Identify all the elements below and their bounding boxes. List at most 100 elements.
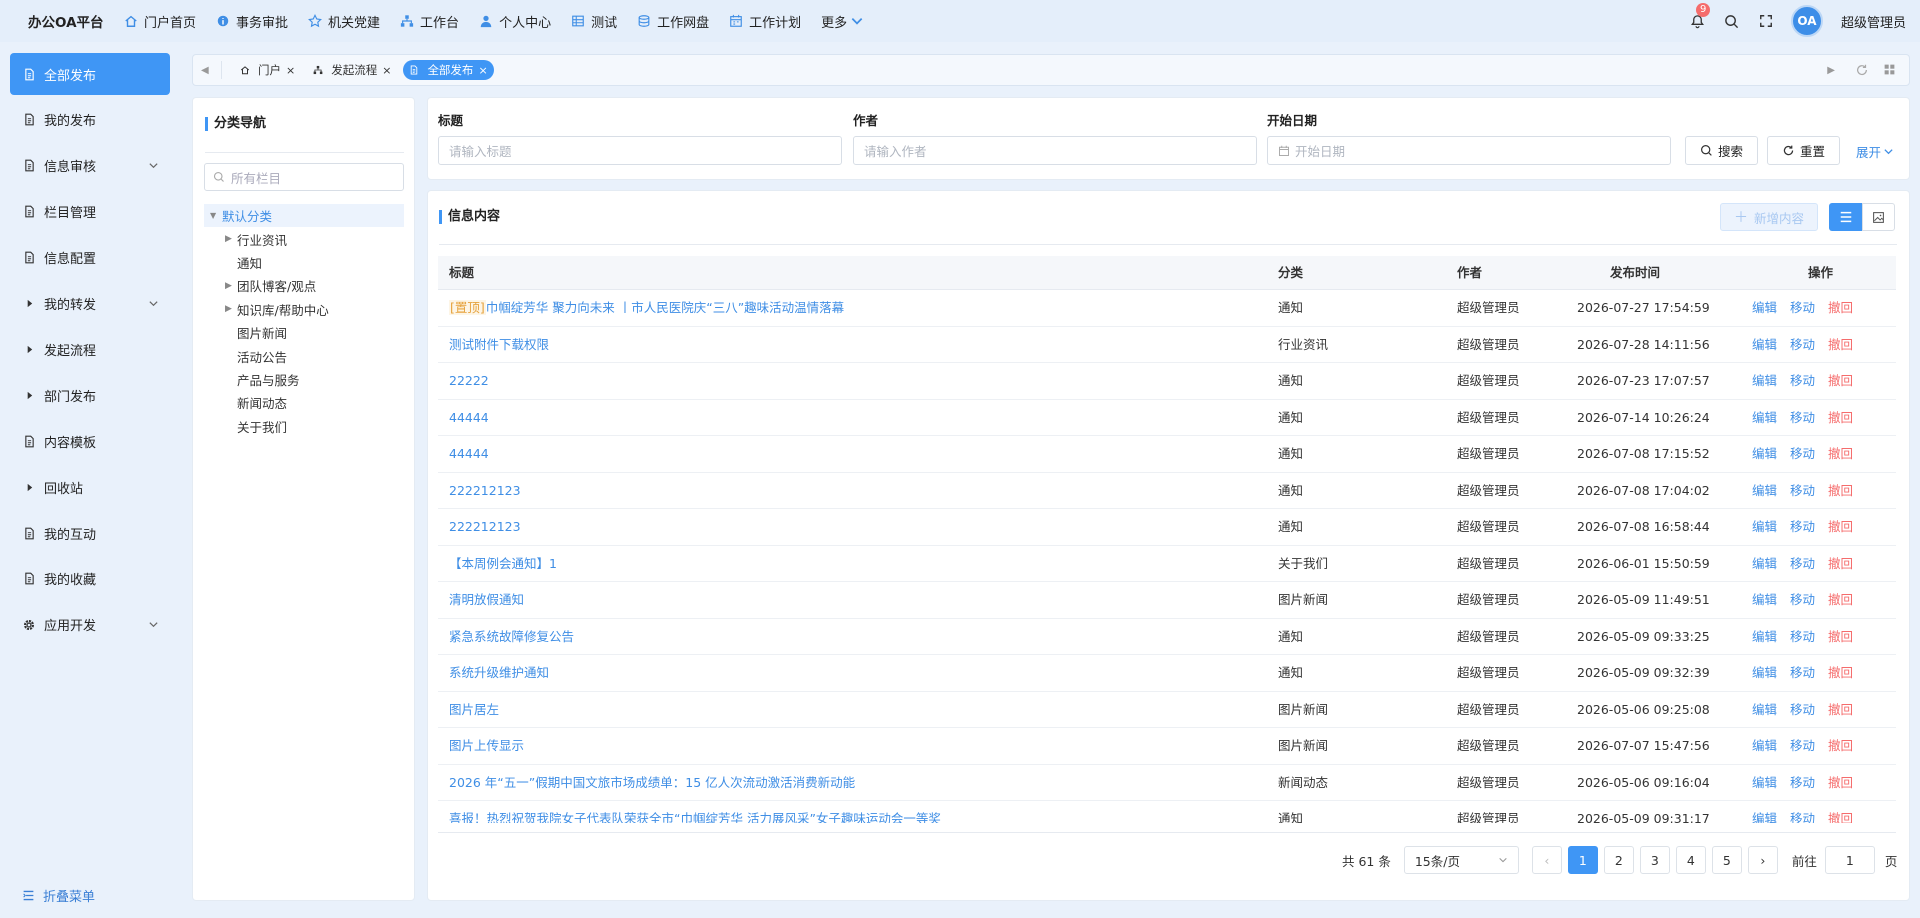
revoke-link[interactable]: 撤回 xyxy=(1828,373,1853,388)
move-link[interactable]: 移动 xyxy=(1790,738,1815,753)
revoke-link[interactable]: 撤回 xyxy=(1828,702,1853,717)
goto-page-input[interactable]: 1 xyxy=(1824,846,1875,874)
move-link[interactable]: 移动 xyxy=(1790,702,1815,717)
move-link[interactable]: 移动 xyxy=(1790,629,1815,644)
image-view-button[interactable] xyxy=(1862,203,1895,231)
tree-node-7[interactable]: 新闻动态 xyxy=(225,392,287,414)
edit-link[interactable]: 编辑 xyxy=(1752,410,1777,425)
move-link[interactable]: 移动 xyxy=(1790,373,1815,388)
tree-node-2[interactable]: ▶ 团队博客/观点 xyxy=(225,275,316,297)
edit-link[interactable]: 编辑 xyxy=(1752,483,1777,498)
revoke-link[interactable]: 撤回 xyxy=(1828,446,1853,461)
move-link[interactable]: 移动 xyxy=(1790,483,1815,498)
edit-link[interactable]: 编辑 xyxy=(1752,629,1777,644)
tree-node-6[interactable]: 产品与服务 xyxy=(225,368,300,390)
move-link[interactable]: 移动 xyxy=(1790,446,1815,461)
user-name[interactable]: 超级管理员 xyxy=(1841,12,1906,31)
row-title-link[interactable]: [置顶]巾帼绽芳华 聚力向未来 丨市人民医院庆“三八”趣味活动温情落幕 xyxy=(449,290,1269,326)
tabs-scroll-right-icon[interactable]: ▶ xyxy=(1827,65,1835,76)
tree-node-root[interactable]: ▼ 默认分类 xyxy=(204,204,404,227)
revoke-link[interactable]: 撤回 xyxy=(1828,337,1853,352)
row-title-link[interactable]: 222212123 xyxy=(449,509,1269,545)
revoke-link[interactable]: 撤回 xyxy=(1828,519,1853,534)
move-link[interactable]: 移动 xyxy=(1790,300,1815,315)
tree-node-8[interactable]: 关于我们 xyxy=(225,415,287,437)
collapse-menu-button[interactable]: 折叠菜单 xyxy=(22,886,95,905)
revoke-link[interactable]: 撤回 xyxy=(1828,300,1853,315)
expand-button[interactable]: 展开 xyxy=(1856,142,1894,161)
top-nav-item-1[interactable]: 事务审批 xyxy=(216,12,288,31)
sidebar-item-0[interactable]: 全部发布 xyxy=(10,53,170,95)
row-title-link[interactable]: 图片居左 xyxy=(449,692,1269,728)
move-link[interactable]: 移动 xyxy=(1790,519,1815,534)
sidebar-item-7[interactable]: 部门发布 xyxy=(10,374,170,416)
edit-link[interactable]: 编辑 xyxy=(1752,811,1777,823)
search-button[interactable]: 搜索 xyxy=(1685,136,1758,165)
reset-button[interactable]: 重置 xyxy=(1767,136,1840,165)
page-button-4[interactable]: 4 xyxy=(1675,846,1706,874)
next-page-button[interactable]: › xyxy=(1747,846,1778,874)
top-nav-item-2[interactable]: 机关党建 xyxy=(308,12,380,31)
row-title-link[interactable]: 222212123 xyxy=(449,473,1269,509)
sidebar-item-4[interactable]: 信息配置 xyxy=(10,237,170,279)
page-button-3[interactable]: 3 xyxy=(1639,846,1670,874)
tabs-scroll-left-icon[interactable]: ◀ xyxy=(201,65,215,76)
move-link[interactable]: 移动 xyxy=(1790,337,1815,352)
move-link[interactable]: 移动 xyxy=(1790,410,1815,425)
row-title-link[interactable]: 系统升级维护通知 xyxy=(449,655,1269,691)
top-nav-item-4[interactable]: 个人中心 xyxy=(479,12,551,31)
page-size-select[interactable]: 15条/页 xyxy=(1403,846,1519,874)
row-title-link[interactable]: 喜报！热烈祝贺我院女子代表队荣获全市“巾帼绽芳华 活力展风采”女子趣味运动会一等… xyxy=(449,801,1269,823)
top-nav-item-7[interactable]: 工作计划 xyxy=(729,12,801,31)
top-nav-item-6[interactable]: 工作网盘 xyxy=(637,12,709,31)
edit-link[interactable]: 编辑 xyxy=(1752,665,1777,680)
title-input[interactable]: 请输入标题 xyxy=(438,136,842,165)
move-link[interactable]: 移动 xyxy=(1790,665,1815,680)
page-button-1[interactable]: 1 xyxy=(1567,846,1598,874)
row-title-link[interactable]: 22222 xyxy=(449,363,1269,399)
edit-link[interactable]: 编辑 xyxy=(1752,775,1777,790)
tree-node-1[interactable]: 通知 xyxy=(225,251,262,273)
fullscreen-icon[interactable] xyxy=(1757,12,1775,30)
revoke-link[interactable]: 撤回 xyxy=(1828,592,1853,607)
sidebar-item-3[interactable]: 栏目管理 xyxy=(10,191,170,233)
row-title-link[interactable]: 44444 xyxy=(449,400,1269,436)
edit-link[interactable]: 编辑 xyxy=(1752,519,1777,534)
sidebar-item-11[interactable]: 我的收藏 xyxy=(10,558,170,600)
row-title-link[interactable]: 2026 年“五一”假期中国文旅市场成绩单：15 亿人次流动激活消费新动能 xyxy=(449,765,1269,801)
category-search-input[interactable]: 所有栏目 xyxy=(204,163,404,191)
sidebar-item-6[interactable]: 发起流程 xyxy=(10,328,170,370)
row-title-link[interactable]: 紧急系统故障修复公告 xyxy=(449,619,1269,655)
revoke-link[interactable]: 撤回 xyxy=(1828,556,1853,571)
close-icon[interactable]: × xyxy=(478,64,487,77)
prev-page-button[interactable]: ‹ xyxy=(1531,846,1562,874)
sidebar-item-2[interactable]: 信息审核 xyxy=(10,145,170,187)
row-title-link[interactable]: 44444 xyxy=(449,436,1269,472)
tree-node-0[interactable]: ▶ 行业资讯 xyxy=(225,228,287,250)
top-nav-item-5[interactable]: 测试 xyxy=(571,12,617,31)
bell-icon[interactable]: 9 xyxy=(1689,3,1711,30)
revoke-link[interactable]: 撤回 xyxy=(1828,410,1853,425)
sidebar-item-9[interactable]: 回收站 xyxy=(10,466,170,508)
edit-link[interactable]: 编辑 xyxy=(1752,300,1777,315)
tree-node-4[interactable]: 图片新闻 xyxy=(225,322,287,344)
edit-link[interactable]: 编辑 xyxy=(1752,446,1777,461)
close-icon[interactable]: × xyxy=(382,64,391,77)
add-content-button[interactable]: ＋新增内容 xyxy=(1720,203,1818,231)
sidebar-item-8[interactable]: 内容模板 xyxy=(10,420,170,462)
move-link[interactable]: 移动 xyxy=(1790,775,1815,790)
refresh-icon[interactable] xyxy=(1855,63,1869,77)
sidebar-item-1[interactable]: 我的发布 xyxy=(10,99,170,141)
edit-link[interactable]: 编辑 xyxy=(1752,337,1777,352)
revoke-link[interactable]: 撤回 xyxy=(1828,665,1853,680)
row-title-link[interactable]: 图片上传显示 xyxy=(449,728,1269,764)
revoke-link[interactable]: 撤回 xyxy=(1828,629,1853,644)
top-nav-item-3[interactable]: 工作台 xyxy=(400,12,459,31)
sidebar-item-12[interactable]: 应用开发 xyxy=(10,604,170,646)
start-date-input[interactable]: 开始日期 xyxy=(1267,136,1671,165)
close-icon[interactable]: × xyxy=(286,64,295,77)
row-title-link[interactable]: 【本周例会通知】1 xyxy=(449,546,1269,582)
top-nav-item-8[interactable]: 更多 xyxy=(821,12,867,31)
move-link[interactable]: 移动 xyxy=(1790,592,1815,607)
page-button-5[interactable]: 5 xyxy=(1711,846,1742,874)
